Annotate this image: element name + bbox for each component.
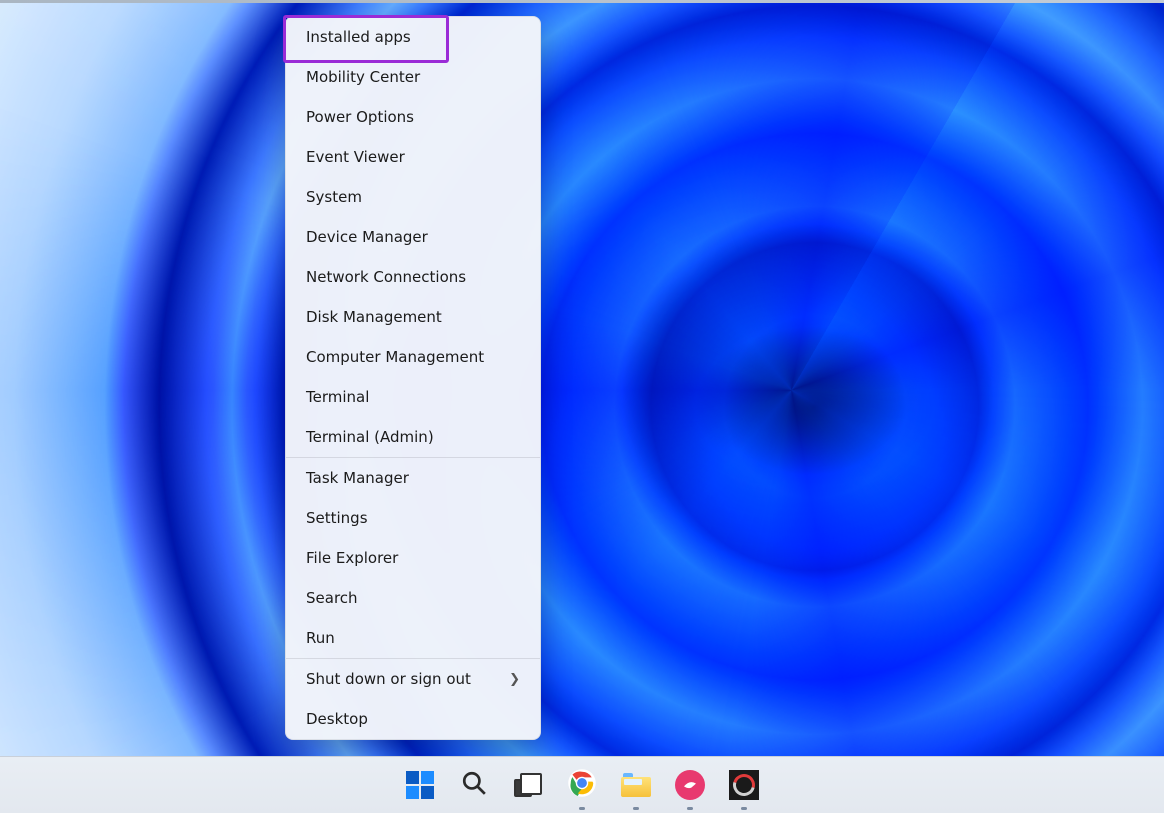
search-icon [461, 770, 487, 800]
context-menu-item-label: Disk Management [306, 308, 442, 326]
context-menu-item-label: Terminal [306, 388, 369, 406]
context-menu-item[interactable]: Search [286, 578, 540, 618]
running-indicator [633, 807, 639, 810]
context-menu-item[interactable]: Terminal [286, 377, 540, 417]
context-menu-item-label: Computer Management [306, 348, 484, 366]
start-button[interactable] [400, 765, 440, 805]
context-menu-item[interactable]: Network Connections [286, 257, 540, 297]
context-menu-item-label: Event Viewer [306, 148, 405, 166]
context-menu-item[interactable]: Event Viewer [286, 137, 540, 177]
context-menu-item-label: Terminal (Admin) [306, 428, 434, 446]
context-menu-item[interactable]: Disk Management [286, 297, 540, 337]
context-menu-item-label: Device Manager [306, 228, 428, 246]
task-view-icon [514, 773, 542, 797]
context-menu-item-label: Mobility Center [306, 68, 420, 86]
search-button[interactable] [454, 765, 494, 805]
swoosh-icon [675, 770, 705, 800]
context-menu-item[interactable]: Run [286, 618, 540, 658]
context-menu-item[interactable]: File Explorer [286, 538, 540, 578]
context-menu-item[interactable]: Task Manager [286, 458, 540, 498]
context-menu-item[interactable]: Mobility Center [286, 57, 540, 97]
ring-icon [729, 770, 759, 800]
chrome-icon [567, 768, 597, 802]
context-menu-item[interactable]: Power Options [286, 97, 540, 137]
top-edge-strip [0, 0, 1164, 3]
running-indicator [741, 807, 747, 810]
context-menu-item-label: Task Manager [306, 469, 409, 487]
context-menu-item[interactable]: Installed apps [286, 17, 540, 57]
desktop-wallpaper[interactable] [0, 0, 1164, 813]
folder-icon [621, 773, 651, 797]
context-menu-item-label: Search [306, 589, 358, 607]
context-menu-item[interactable]: System [286, 177, 540, 217]
context-menu-item[interactable]: Settings [286, 498, 540, 538]
context-menu-item-label: Run [306, 629, 335, 647]
context-menu-item[interactable]: Device Manager [286, 217, 540, 257]
chrome-app[interactable] [562, 765, 602, 805]
dark-square-app[interactable] [724, 765, 764, 805]
context-menu-item-label: System [306, 188, 362, 206]
context-menu-item-label: Network Connections [306, 268, 466, 286]
context-menu-item[interactable]: Desktop [286, 699, 540, 739]
pink-circle-app[interactable] [670, 765, 710, 805]
windows-start-icon [406, 771, 434, 799]
desktop-viewport: Installed apps Mobility Center Power Optio… [0, 0, 1164, 813]
context-menu-item-label: File Explorer [306, 549, 398, 567]
context-menu-item-label: Power Options [306, 108, 414, 126]
context-menu-item-label: Installed apps [306, 28, 411, 46]
context-menu-item[interactable]: Shut down or sign out ❯ [286, 659, 540, 699]
context-menu-item-label: Desktop [306, 710, 368, 728]
running-indicator [579, 807, 585, 810]
file-explorer-app[interactable] [616, 765, 656, 805]
task-view-button[interactable] [508, 765, 548, 805]
context-menu-item-label: Settings [306, 509, 368, 527]
chevron-right-icon: ❯ [509, 672, 520, 687]
start-context-menu: Installed apps Mobility Center Power Optio… [285, 16, 541, 740]
context-menu-item[interactable]: Terminal (Admin) [286, 417, 540, 457]
running-indicator [687, 807, 693, 810]
taskbar [0, 756, 1164, 813]
context-menu-item[interactable]: Computer Management [286, 337, 540, 377]
context-menu-item-label: Shut down or sign out [306, 670, 471, 688]
